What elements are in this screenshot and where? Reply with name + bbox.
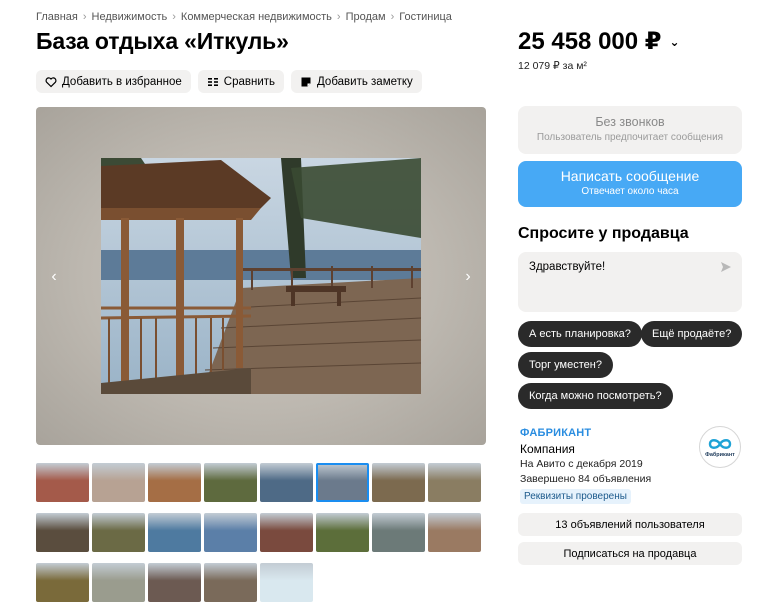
price-value: 25 458 000 ₽ [518,28,662,55]
quick-question-still-selling[interactable]: Ещё продаёте? [641,321,743,347]
seller-logo-text: Фабрикант [705,451,735,458]
photo-thumbnail[interactable] [204,463,257,502]
price[interactable]: 25 458 000 ₽ ⌄ [518,27,680,56]
add-to-favorites-button[interactable]: Добавить в избранное [36,70,191,93]
next-photo-button[interactable]: › [458,267,478,287]
photo-thumbnail[interactable] [428,513,481,552]
compare-icon [207,77,218,86]
no-calls-subtitle: Пользователь предпочитает сообщения [536,132,724,143]
add-note-label: Добавить заметку [317,75,413,88]
seller-listings-button[interactable]: 13 объявлений пользователя [518,513,742,536]
compare-button[interactable]: Сравнить [197,70,285,93]
photo-thumbnail[interactable] [204,513,257,552]
seller-completed: Завершено 84 объявления [520,473,652,485]
photo-thumbnail[interactable] [260,513,313,552]
no-calls-button[interactable]: Без звонков Пользователь предпочитает со… [518,106,742,154]
photo-thumbnail[interactable] [36,463,89,502]
seller-type: Компания [520,442,575,456]
breadcrumb-hotel[interactable]: Гостиница [399,11,452,23]
page-title: База отдыха «Иткуль» [36,28,289,54]
photo-thumbnail[interactable] [148,463,201,502]
photo-thumbnail[interactable] [372,513,425,552]
breadcrumb-home[interactable]: Главная [36,11,78,23]
prev-photo-button[interactable]: ‹ [44,267,64,287]
add-to-favorites-label: Добавить в избранное [62,75,182,88]
ask-seller-heading: Спросите у продавца [518,225,689,242]
quick-question-layout[interactable]: А есть планировка? [518,321,642,347]
seller-name-link[interactable]: ФАБРИКАНТ [520,427,591,439]
photo-thumbnail[interactable] [148,563,201,602]
thumbnail-row-2 [36,513,482,552]
photo-thumbnail[interactable] [148,513,201,552]
seller-since: На Авито с декабря 2019 [520,458,643,470]
thumbnail-row-3 [36,563,482,602]
photo-thumbnail[interactable] [92,563,145,602]
no-calls-title: Без звонков [595,115,665,129]
thumbnail-row-1 [36,463,482,502]
photo-gallery[interactable]: ‹ › [36,107,486,445]
write-message-button[interactable]: Написать сообщение Отвечает около часа [518,161,742,207]
photo-thumbnail[interactable] [428,463,481,502]
breadcrumb-commercial[interactable]: Коммерческая недвижимость [181,11,332,23]
chevron-right-icon: › [465,268,471,285]
quick-question-bargain[interactable]: Торг уместен? [518,352,613,378]
photo-thumbnail[interactable] [92,463,145,502]
photo-thumbnail[interactable] [316,513,369,552]
photo-thumbnail[interactable] [260,463,313,502]
breadcrumb-realty[interactable]: Недвижимость [92,11,168,23]
photo-thumbnail[interactable] [36,513,89,552]
photo-thumbnail[interactable] [92,513,145,552]
send-icon[interactable] [720,261,732,273]
infinity-logo-icon [708,438,732,449]
quick-question-viewing[interactable]: Когда можно посмотреть? [518,383,673,409]
photo-thumbnail[interactable] [260,563,313,602]
chevron-down-icon[interactable]: ⌄ [669,35,679,49]
listing-actions: Добавить в избранное Сравнить Добавить з… [36,70,422,93]
compare-label: Сравнить [223,75,276,88]
price-per-m2: 12 079 ₽ за м² [518,60,587,72]
main-photo[interactable] [101,158,421,394]
seller-logo[interactable]: Фабрикант [699,426,741,468]
breadcrumb-sell[interactable]: Продам [346,11,386,23]
verified-badge: Реквизиты проверены [520,489,631,504]
add-note-button[interactable]: Добавить заметку [291,70,422,93]
write-message-title: Написать сообщение [560,168,700,184]
photo-thumbnail[interactable] [36,563,89,602]
chevron-left-icon: ‹ [51,268,57,285]
ask-seller-message[interactable]: Здравствуйте! [529,261,605,273]
photo-thumbnail[interactable] [204,563,257,602]
gazebo-photo-illustration [101,158,421,394]
ask-seller-input[interactable]: Здравствуйте! [518,252,742,312]
photo-thumbnail[interactable] [316,463,369,502]
subscribe-seller-button[interactable]: Подписаться на продавца [518,542,742,565]
note-icon [301,77,311,86]
heart-icon [45,76,57,87]
breadcrumb: Главная › Недвижимость › Коммерческая недвиж… [36,11,452,23]
photo-thumbnail[interactable] [372,463,425,502]
write-message-subtitle: Отвечает около часа [581,186,679,197]
